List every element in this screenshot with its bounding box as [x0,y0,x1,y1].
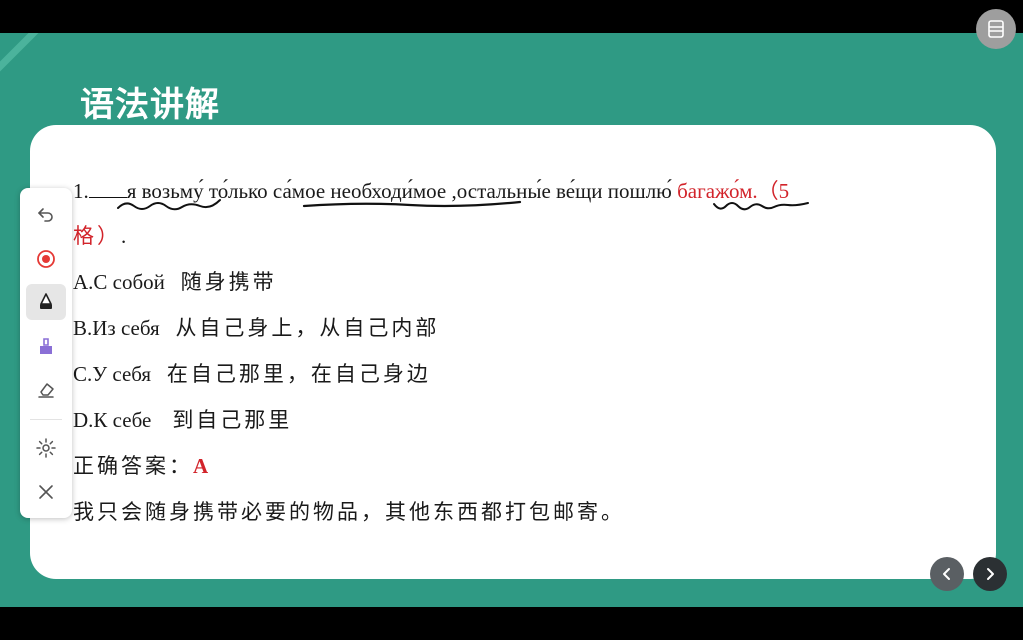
answer-label: 正确答案： [73,454,193,478]
question-number: 1. [73,179,89,203]
handwritten-underline [302,200,522,208]
question-case-note: 格） [73,224,121,248]
close-icon [39,485,53,499]
option-meaning: 到自己那里 [172,408,293,432]
option-d: D.К себе 到自己那里 [73,404,292,434]
eraser-icon [38,383,54,398]
translation-line: 我只会随身携带必要的物品，其他东西都打包邮寄。 [73,496,625,526]
question-period: . [121,224,127,248]
option-meaning: 在自己那里，在自己身边 [166,362,431,386]
layout-toggle-button[interactable] [976,9,1016,49]
highlighter-icon [40,338,52,354]
highlighter-button[interactable] [26,329,66,365]
annotation-toolbar [20,188,72,518]
previous-slide-button[interactable] [930,557,964,591]
handwritten-underline [117,199,221,211]
option-meaning: 从自己身上，从自己内部 [175,316,440,340]
chevron-right-icon [987,568,994,580]
laser-pointer-icon [37,250,55,268]
answer-value: A [193,454,209,478]
option-meaning: 随身携带 [180,270,277,294]
option-label: C.У себя [73,362,152,386]
slide-title: 语法讲解 [80,85,220,125]
undo-button[interactable] [26,196,66,232]
option-label: D.К себе [73,408,152,432]
answer-line: 正确答案：A [73,450,208,480]
option-a: A.С собой 随身携带 [73,266,277,296]
close-toolbar-button[interactable] [26,474,66,510]
question-line-2: 格）. [73,220,126,250]
window-layout-icon [988,20,1004,38]
settings-icon [36,438,56,458]
settings-button[interactable] [26,430,66,466]
undo-icon [38,208,53,222]
slide-stage: 语法讲解 1. я возьму́ то́лько са́мое необходи… [0,33,1023,607]
laser-pointer-button[interactable] [26,241,66,277]
option-b: B.Из себя 从自己身上，从自己内部 [73,312,439,342]
pen-button[interactable] [26,284,66,320]
next-slide-button[interactable] [973,557,1007,591]
option-label: A.С собой [73,270,165,294]
toolbar-divider [30,419,62,420]
option-label: B.Из себя [73,316,160,340]
option-c: C.У себя 在自己那里，在自己身边 [73,358,431,388]
chevron-left-icon [943,568,950,580]
decorative-stripe [0,33,39,79]
eraser-button[interactable] [26,371,66,407]
handwritten-underline [713,202,809,211]
pen-icon [40,293,52,309]
translation-text: 我只会随身携带必要的物品，其他东西都打包邮寄。 [73,500,625,524]
